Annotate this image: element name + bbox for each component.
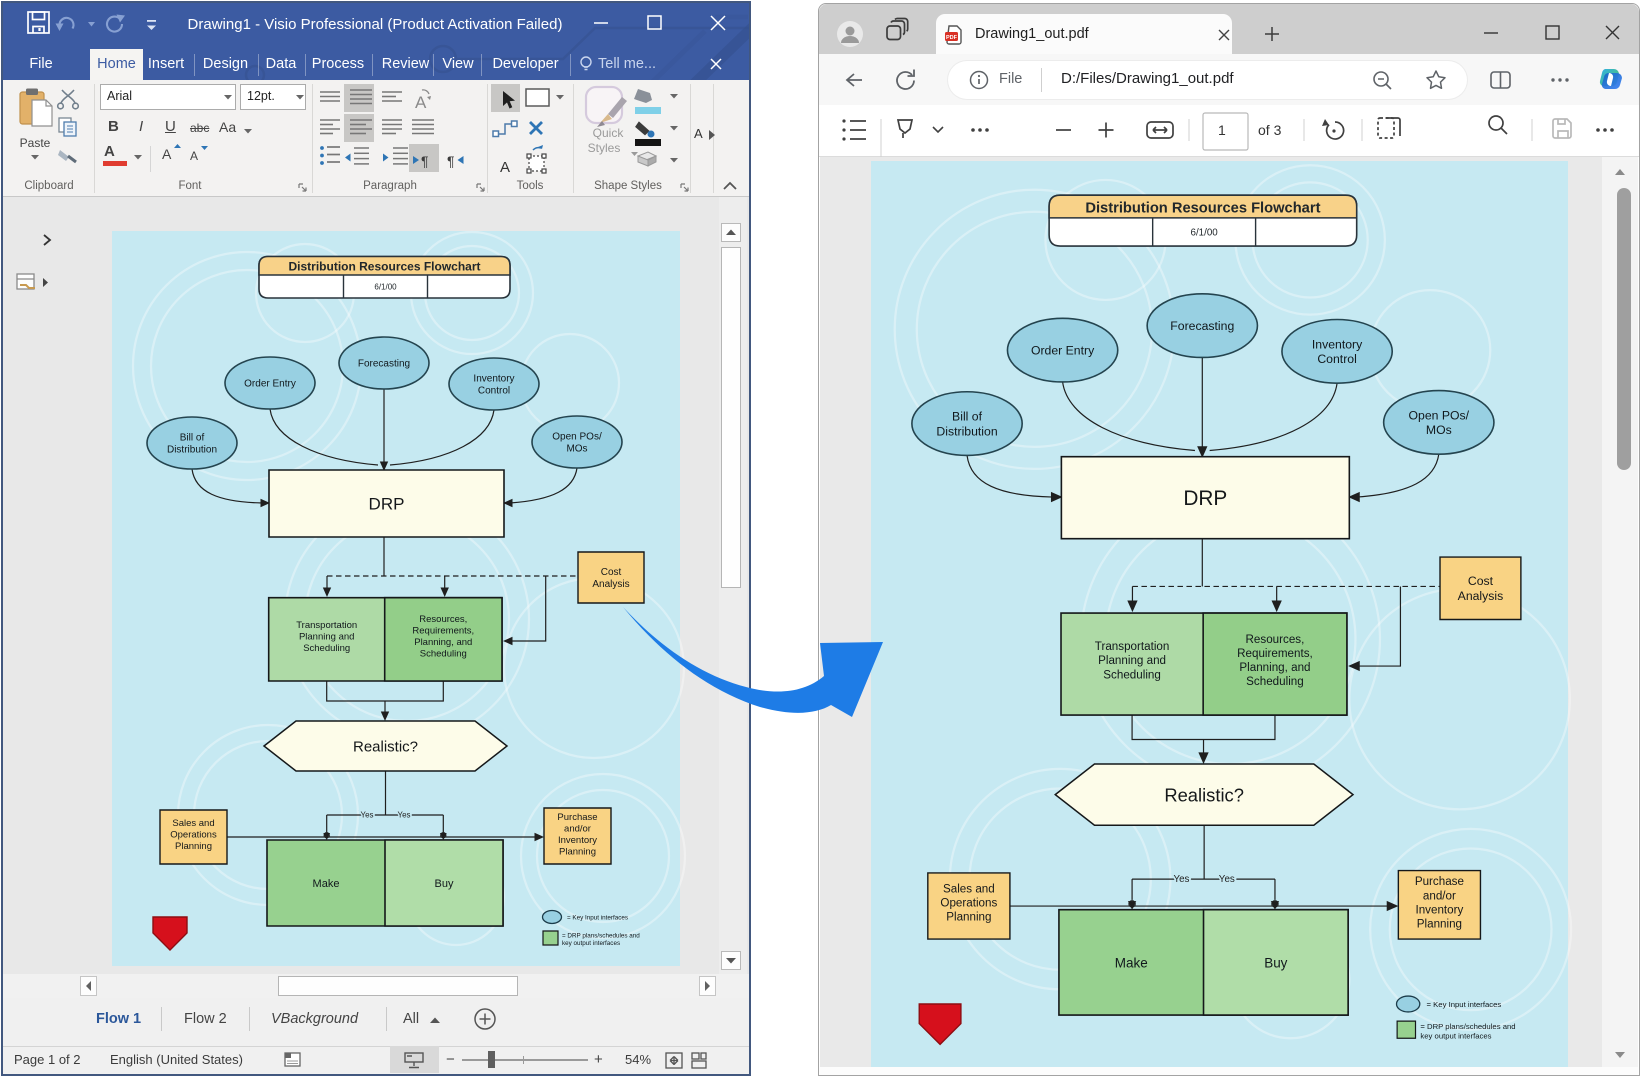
svg-text:Order Entry: Order Entry [1031, 344, 1095, 358]
svg-text:Open POs/: Open POs/ [552, 432, 602, 443]
svg-text:and/or: and/or [1423, 889, 1456, 902]
svg-text:¶: ¶ [447, 153, 455, 169]
svg-text:¶: ¶ [421, 153, 429, 169]
svg-text:Bill of: Bill of [952, 410, 983, 424]
svg-text:Transportation: Transportation [296, 620, 357, 631]
svg-text:Planning: Planning [946, 911, 991, 924]
svg-text:Order Entry: Order Entry [244, 379, 296, 390]
svg-text:and/or: and/or [564, 824, 591, 835]
svg-text:Requirements,: Requirements, [1237, 647, 1313, 660]
svg-text:Sales and: Sales and [172, 818, 214, 829]
svg-text:Yes: Yes [360, 811, 373, 820]
svg-text:Bill of: Bill of [180, 433, 205, 444]
svg-text:Scheduling: Scheduling [303, 643, 350, 654]
svg-text:Planning: Planning [559, 847, 596, 858]
svg-text:= DRP plans/schedules and: = DRP plans/schedules and [562, 933, 640, 940]
svg-text:Planning, and: Planning, and [414, 637, 472, 648]
svg-text:Open POs/: Open POs/ [1409, 408, 1470, 422]
svg-text:Inventory: Inventory [558, 835, 597, 846]
svg-text:Purchase: Purchase [1415, 875, 1464, 888]
svg-text:Transportation: Transportation [1095, 640, 1170, 653]
svg-text:Make: Make [1115, 955, 1148, 970]
svg-text:Inventory: Inventory [473, 374, 514, 385]
svg-text:Control: Control [1317, 352, 1356, 366]
svg-text:Analysis: Analysis [592, 579, 629, 590]
svg-text:Distribution: Distribution [936, 424, 997, 438]
svg-text:Buy: Buy [1264, 955, 1287, 970]
svg-text:Forecasting: Forecasting [1170, 319, 1234, 333]
svg-text:Yes: Yes [397, 811, 410, 820]
svg-text:Buy: Buy [435, 878, 454, 890]
svg-text:Inventory: Inventory [1415, 903, 1463, 916]
svg-text:Realistic?: Realistic? [1164, 784, 1244, 805]
svg-text:DRP: DRP [1183, 487, 1227, 510]
svg-text:key output interfaces: key output interfaces [1420, 1031, 1491, 1040]
svg-text:A: A [500, 159, 510, 176]
svg-text:= Key Input interfaces: = Key Input interfaces [1427, 1000, 1502, 1009]
svg-text:MOs: MOs [566, 444, 587, 455]
svg-text:Resources,: Resources, [1246, 633, 1305, 646]
svg-text:Yes: Yes [1173, 874, 1189, 885]
svg-text:6/1/00: 6/1/00 [374, 283, 397, 292]
svg-text:Resources,: Resources, [419, 614, 467, 625]
svg-text:A: A [415, 93, 427, 112]
svg-text:Realistic?: Realistic? [353, 739, 418, 756]
svg-text:= Key Input interfaces: = Key Input interfaces [567, 915, 628, 922]
svg-text:Make: Make [313, 878, 340, 890]
svg-text:Planning: Planning [1417, 917, 1462, 930]
svg-text:Planning and: Planning and [299, 632, 354, 643]
svg-text:key output interfaces: key output interfaces [562, 940, 620, 947]
svg-text:PDF: PDF [946, 35, 958, 41]
svg-text:Operations: Operations [940, 897, 997, 910]
svg-text:Requirements,: Requirements, [412, 626, 474, 637]
svg-text:Scheduling: Scheduling [1103, 668, 1161, 681]
svg-text:Scheduling: Scheduling [1246, 675, 1304, 688]
svg-text:Planning: Planning [175, 841, 212, 852]
svg-text:Sales and: Sales and [943, 883, 995, 896]
svg-text:Control: Control [478, 386, 510, 397]
svg-text:Analysis: Analysis [1458, 589, 1504, 603]
svg-text:Inventory: Inventory [1312, 337, 1363, 351]
svg-text:Distribution Resources Flowcha: Distribution Resources Flowchart [288, 260, 480, 274]
svg-text:6/1/00: 6/1/00 [1191, 228, 1219, 239]
svg-text:Yes: Yes [1219, 874, 1235, 885]
svg-text:Purchase: Purchase [557, 812, 597, 823]
svg-text:Planning and: Planning and [1098, 654, 1166, 667]
svg-text:DRP: DRP [369, 495, 405, 514]
svg-text:Cost: Cost [601, 567, 622, 578]
svg-text:Operations: Operations [170, 830, 217, 841]
svg-text:MOs: MOs [1426, 423, 1452, 437]
svg-text:= DRP plans/schedules and: = DRP plans/schedules and [1420, 1022, 1515, 1031]
svg-text:Scheduling: Scheduling [420, 649, 467, 660]
svg-text:Paste: Paste [20, 136, 51, 150]
svg-text:Distribution Resources Flowcha: Distribution Resources Flowchart [1085, 200, 1320, 216]
svg-text:Forecasting: Forecasting [358, 359, 410, 370]
svg-text:Distribution: Distribution [167, 445, 217, 456]
svg-text:Cost: Cost [1468, 574, 1494, 588]
svg-text:Planning, and: Planning, and [1239, 661, 1310, 674]
